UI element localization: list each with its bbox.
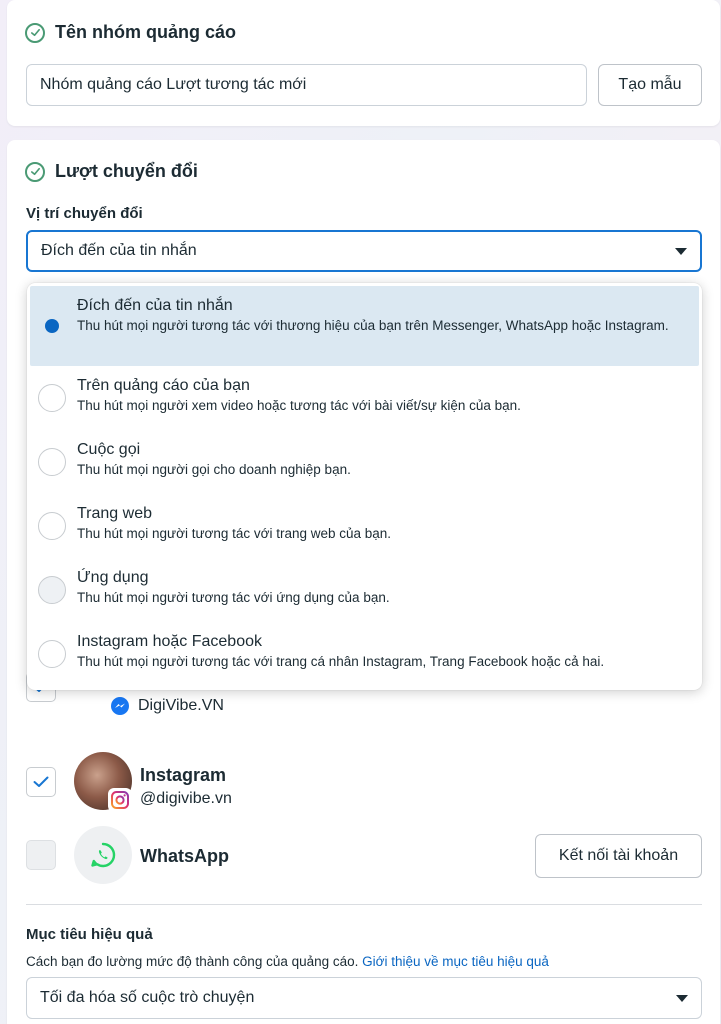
option-title: Instagram hoặc Facebook <box>77 633 262 650</box>
radio-button[interactable] <box>38 384 66 412</box>
performance-goal-hint: Cách bạn đo lường mức độ thành công của … <box>26 954 549 969</box>
select-value: Tối đa hóa số cuộc trò chuyện <box>40 989 255 1006</box>
performance-goal-link[interactable]: Giới thiệu về mục tiêu hiệu quả <box>362 954 549 969</box>
option-website[interactable]: Trang web Thu hút mọi người tương tác vớ… <box>27 494 702 558</box>
whatsapp-account-row <box>26 840 56 870</box>
option-title: Cuộc gọi <box>77 441 141 458</box>
section-title: Tên nhóm quảng cáo <box>55 22 237 42</box>
option-desc: Thu hút mọi người tương tác với ứng dụng… <box>77 590 390 605</box>
conversion-location-dropdown: Đích đến của tin nhắn Thu hút mọi người … <box>27 283 702 690</box>
option-title: Đích đến của tin nhắn <box>77 297 233 314</box>
whatsapp-avatar <box>74 826 132 884</box>
ad-group-name-header: Tên nhóm quảng cáo <box>25 22 236 43</box>
create-template-button[interactable]: Tạo mẫu <box>598 64 702 106</box>
option-messaging-destination[interactable]: Đích đến của tin nhắn Thu hút mọi người … <box>30 286 699 366</box>
divider <box>26 904 702 905</box>
conversion-location-label: Vị trí chuyển đổi <box>26 205 143 222</box>
whatsapp-icon <box>91 842 116 868</box>
instagram-checkbox[interactable] <box>26 767 56 797</box>
option-desc: Thu hút mọi người xem video hoặc tương t… <box>77 398 521 413</box>
instagram-icon <box>111 791 129 809</box>
ad-group-name-card: Tên nhóm quảng cáo Nhóm quảng cáo Lượt t… <box>7 0 720 126</box>
whatsapp-name: WhatsApp <box>140 846 229 866</box>
messenger-icon <box>111 697 129 715</box>
messenger-handle: DigiVibe.VN <box>138 697 224 714</box>
chevron-down-icon <box>676 994 688 1002</box>
option-desc: Thu hút mọi người tương tác với trang we… <box>77 526 392 541</box>
instagram-handle: @digivibe.vn <box>140 790 232 807</box>
performance-goal-select[interactable]: Tối đa hóa số cuộc trò chuyện <box>26 977 702 1019</box>
radio-button[interactable] <box>38 576 66 604</box>
chevron-down-icon <box>675 247 687 255</box>
whatsapp-checkbox[interactable] <box>26 840 56 870</box>
conversion-header: Lượt chuyển đổi <box>25 161 198 182</box>
conversion-location-select[interactable]: Đích đến của tin nhắn <box>26 230 702 272</box>
option-title: Trên quảng cáo của bạn <box>77 377 250 394</box>
option-title: Ứng dụng <box>77 569 149 586</box>
select-value: Đích đến của tin nhắn <box>41 242 197 259</box>
instagram-info: Instagram @digivibe.vn <box>140 765 232 808</box>
option-desc: Thu hút mọi người tương tác với thương h… <box>77 318 669 333</box>
performance-goal-label: Mục tiêu hiệu quả <box>26 926 153 943</box>
check-circle-icon <box>25 22 45 43</box>
instagram-badge <box>108 788 132 812</box>
option-app[interactable]: Ứng dụng Thu hút mọi người tương tác với… <box>27 558 702 622</box>
option-on-ad[interactable]: Trên quảng cáo của bạn Thu hút mọi người… <box>27 366 702 430</box>
check-circle-icon <box>25 161 45 182</box>
radio-button[interactable] <box>38 640 66 668</box>
hint-text: Cách bạn đo lường mức độ thành công của … <box>26 954 359 969</box>
section-title: Lượt chuyển đổi <box>55 161 198 181</box>
connect-account-button[interactable]: Kết nối tài khoản <box>535 834 702 878</box>
radio-button-selected[interactable] <box>38 312 66 340</box>
radio-button[interactable] <box>38 512 66 540</box>
option-desc: Thu hút mọi người gọi cho doanh nghiệp b… <box>77 462 351 477</box>
ad-group-name-input[interactable]: Nhóm quảng cáo Lượt tương tác mới <box>26 64 587 106</box>
option-instagram-facebook[interactable]: Instagram hoặc Facebook Thu hút mọi ngườ… <box>27 622 702 686</box>
messenger-handle-row: DigiVibe.VN <box>110 696 224 716</box>
option-title: Trang web <box>77 505 152 522</box>
instagram-name: Instagram <box>140 765 227 785</box>
option-calls[interactable]: Cuộc gọi Thu hút mọi người gọi cho doanh… <box>27 430 702 494</box>
instagram-account-row <box>26 767 56 797</box>
option-desc: Thu hút mọi người tương tác với trang cá… <box>77 654 605 669</box>
radio-button[interactable] <box>38 448 66 476</box>
